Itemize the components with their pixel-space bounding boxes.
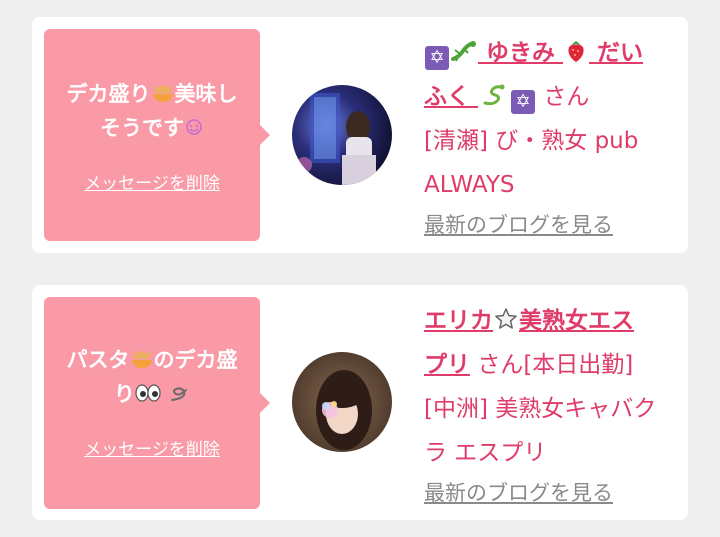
sender-name-text: ゆきみ <box>486 40 556 66</box>
avatar-image <box>292 85 392 185</box>
sender-name-text: プリ <box>424 352 470 378</box>
snake-icon <box>483 84 505 106</box>
message-text-part: パスタ <box>66 348 130 372</box>
delete-message-link[interactable]: メッセージを削除 <box>44 169 260 194</box>
sender-info: エリカ 美熟女エスプリ さん[本日出勤] [中洲] 美熟女キャバクラ エスプリ <box>424 299 676 475</box>
message-card: パスタ のデカ盛 り メッセージを削除 エリカ 美熟女エスプリ さん[本日出勤] [… <box>32 285 688 520</box>
message-text-part: そうです <box>100 116 184 140</box>
sender-name-link[interactable]: ✡ ゆきみ だいふく ✡ <box>424 40 644 114</box>
message-text: パスタ のデカ盛 り <box>54 343 250 411</box>
message-text-part: 美味し <box>174 82 238 106</box>
message-text: デカ盛り 美味し そうです <box>54 77 250 145</box>
latest-blog-link[interactable]: 最新のブログを見る <box>424 209 613 239</box>
message-card: デカ盛り美味し そうです メッセージを削除 ✡ ゆきみ だいふく ✡ さん <box>32 17 688 253</box>
message-bubble: パスタ のデカ盛 り メッセージを削除 <box>44 297 270 509</box>
noodle-icon <box>131 350 152 368</box>
sender-name-text: ふく <box>424 84 470 110</box>
star-of-david-icon: ✡ <box>425 46 449 70</box>
avatar-image <box>292 352 392 452</box>
delete-message-link[interactable]: メッセージを削除 <box>44 435 260 460</box>
avatar[interactable] <box>292 352 392 452</box>
eyes-icon <box>135 384 161 402</box>
honorific: さん <box>543 84 590 110</box>
honorific-status: さん[本日出勤] <box>477 352 634 378</box>
star-of-david-icon: ✡ <box>511 90 536 114</box>
white-star-icon <box>495 308 517 329</box>
sender-name-text: 美熟女エス <box>519 308 634 334</box>
sender-name-text: だい <box>597 40 644 66</box>
shop-name: [清瀬] び・熟女 pub ALWAYS <box>424 128 639 198</box>
strawberry-icon <box>568 41 584 62</box>
sender-name-text: エリカ <box>424 308 493 334</box>
message-text-part: のデカ盛 <box>153 348 238 372</box>
avatar[interactable] <box>292 85 392 185</box>
latest-blog-link[interactable]: 最新のブログを見る <box>424 477 613 507</box>
noodle-icon <box>152 84 173 102</box>
message-text-part: り <box>113 382 135 406</box>
shop-name: [中洲] 美熟女キャバクラ エスプリ <box>424 396 657 466</box>
swirl-icon <box>171 387 188 401</box>
message-text-part: デカ盛り <box>66 82 151 106</box>
sparkle-face-icon <box>186 119 202 135</box>
sender-info: ✡ ゆきみ だいふく ✡ さん [清瀬] び・熟女 pub ALWAYS <box>424 31 676 207</box>
lizard-icon <box>451 41 476 62</box>
message-bubble: デカ盛り 美味し そうです メッセージを削除 <box>44 29 270 241</box>
